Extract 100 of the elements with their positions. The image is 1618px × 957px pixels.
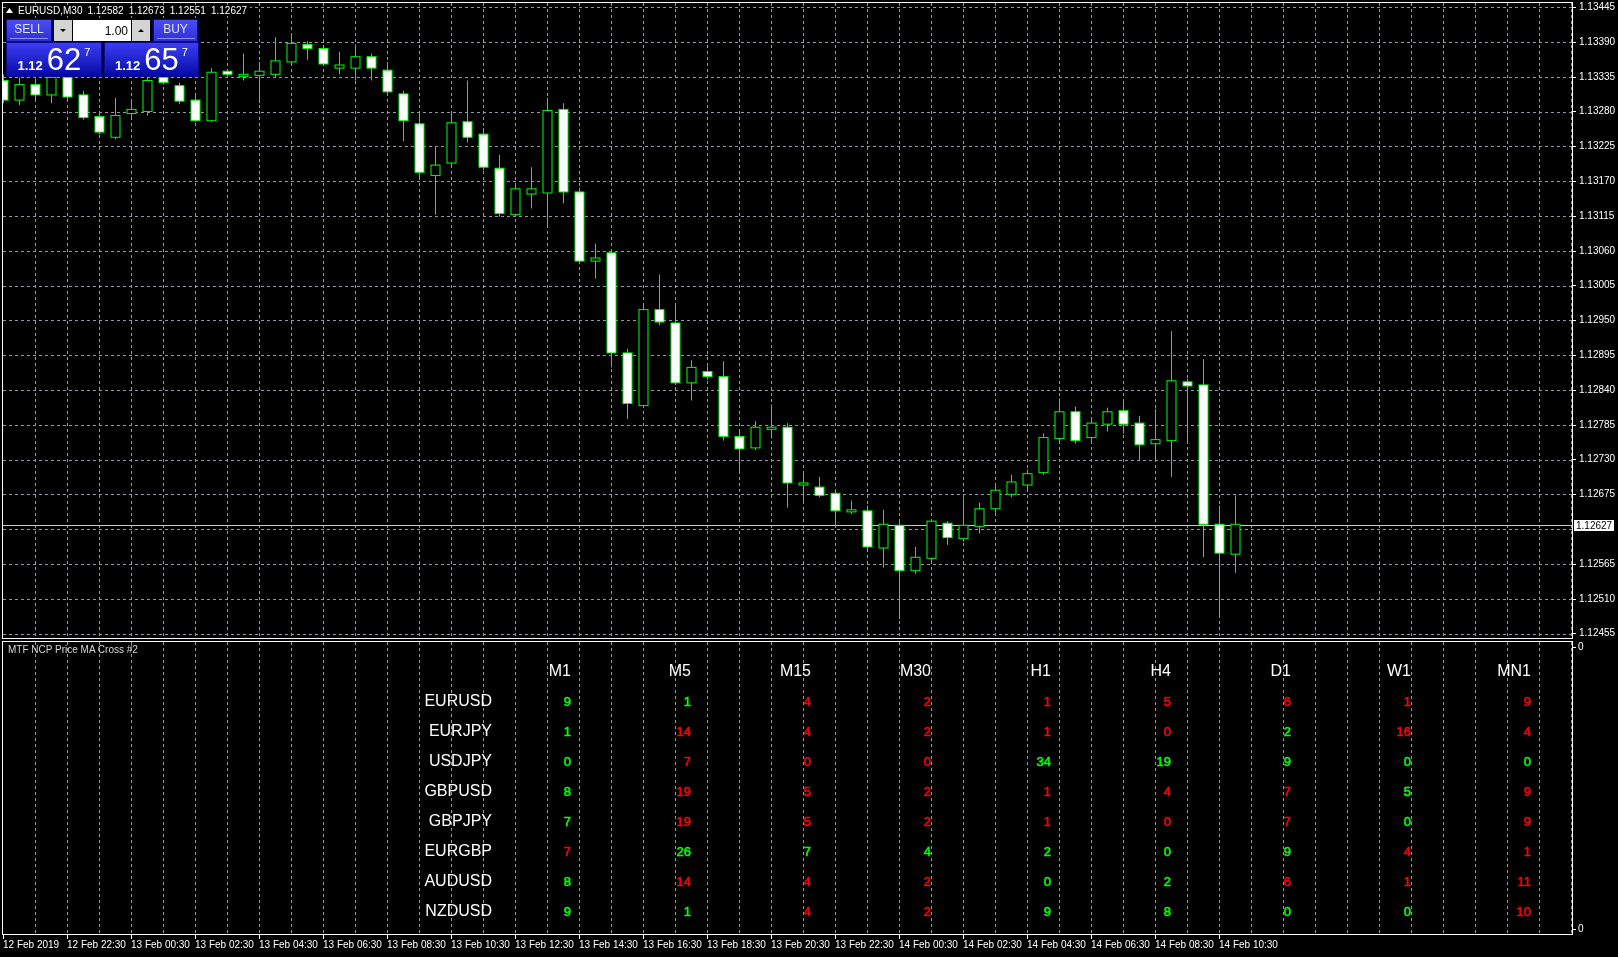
price-label: 1.13335 — [1579, 69, 1616, 84]
time-label: 13 Feb 14:30 — [579, 939, 639, 951]
time-label: 13 Feb 10:30 — [451, 939, 511, 951]
signal-count: 10 — [1516, 903, 1531, 919]
signal-count: 0 — [1403, 813, 1411, 829]
time-label: 13 Feb 04:30 — [259, 939, 319, 951]
column-header: M5 — [668, 662, 691, 680]
time-label: 14 Feb 08:30 — [1155, 939, 1215, 951]
signal-count: 4 — [1523, 723, 1531, 739]
signal-count: 19 — [676, 783, 691, 799]
signal-count: 4 — [803, 873, 811, 889]
signal-count: 1 — [563, 723, 571, 739]
signal-count: 2 — [923, 723, 931, 739]
time-label: 14 Feb 02:30 — [963, 939, 1023, 951]
signal-count: 7 — [1283, 783, 1291, 799]
signal-count: 9 — [1523, 693, 1531, 709]
signal-count: 0 — [1163, 813, 1171, 829]
signal-count: 0 — [1043, 873, 1051, 889]
signal-count: 7 — [683, 753, 691, 769]
signal-count: 4 — [1403, 843, 1411, 859]
time-label: 13 Feb 22:30 — [835, 939, 895, 951]
signal-count: 0 — [563, 753, 571, 769]
signal-count: 7 — [563, 813, 571, 829]
signal-count: 9 — [1283, 843, 1291, 859]
signal-count: 19 — [1156, 753, 1171, 769]
column-header: MN1 — [1497, 662, 1531, 680]
price-label: 1.13115 — [1579, 208, 1615, 223]
signal-count: 9 — [1523, 813, 1531, 829]
signal-count: 19 — [676, 813, 691, 829]
signal-count: 0 — [1283, 903, 1291, 919]
price-label: 1.12840 — [1579, 382, 1616, 397]
time-label: 13 Feb 16:30 — [643, 939, 703, 951]
signal-count: 1 — [1043, 693, 1051, 709]
signal-count: 2 — [923, 813, 931, 829]
price-label: 1.12455 — [1579, 626, 1616, 641]
price-label: 1.13225 — [1579, 139, 1616, 154]
indicator-title: MTF NCP Price MA Cross #2 — [8, 644, 138, 656]
price-label: 1.13005 — [1579, 278, 1616, 293]
signal-count: 2 — [923, 903, 931, 919]
symbol-label: USDJPY — [428, 752, 492, 770]
symbol-label: NZDUSD — [425, 902, 492, 920]
signal-count: 9 — [1523, 783, 1531, 799]
signal-count: 7 — [563, 843, 571, 859]
signal-count: 1 — [1403, 693, 1411, 709]
symbol-label: GBPJPY — [428, 812, 492, 830]
signal-count: 0 — [803, 753, 811, 769]
signal-count: 8 — [563, 783, 571, 799]
signal-count: 2 — [923, 873, 931, 889]
column-header: M15 — [779, 662, 811, 680]
column-header: M30 — [899, 662, 931, 680]
price-label: 1.12785 — [1579, 417, 1616, 432]
column-header: H1 — [1030, 662, 1051, 680]
signal-count: 5 — [803, 783, 811, 799]
price-label: 1.13060 — [1579, 243, 1616, 258]
signal-count: 4 — [803, 693, 811, 709]
signal-count: 0 — [923, 753, 931, 769]
column-header: M1 — [548, 662, 571, 680]
signal-count: 2 — [1043, 843, 1051, 859]
signal-count: 0 — [1163, 723, 1171, 739]
signal-count: 4 — [803, 903, 811, 919]
time-label: 12 Feb 22:30 — [67, 939, 127, 951]
price-label: 1.12895 — [1579, 347, 1616, 362]
price-label: 1.12950 — [1579, 313, 1616, 328]
signal-count: 1 — [1403, 873, 1411, 889]
symbol-label: EURUSD — [424, 692, 492, 710]
time-label: 13 Feb 20:30 — [771, 939, 831, 951]
signal-count: 4 — [803, 723, 811, 739]
signal-count: 9 — [1043, 903, 1051, 919]
signal-count: 5 — [803, 813, 811, 829]
time-label: 14 Feb 10:30 — [1219, 939, 1279, 951]
time-label: 14 Feb 04:30 — [1027, 939, 1087, 951]
price-label: 1.13280 — [1579, 104, 1616, 119]
signal-count: 0 — [1403, 903, 1411, 919]
time-label: 13 Feb 08:30 — [387, 939, 447, 951]
signal-count: 2 — [1283, 723, 1291, 739]
signal-count: 8 — [1163, 903, 1171, 919]
signal-count: 0 — [1163, 843, 1171, 859]
column-header: D1 — [1270, 662, 1291, 680]
signal-count: 9 — [563, 903, 571, 919]
signal-count: 9 — [1283, 753, 1291, 769]
signal-count: 14 — [676, 873, 691, 889]
signal-count: 1 — [683, 903, 691, 919]
price-label: 1.12510 — [1579, 591, 1616, 606]
signal-count: 2 — [923, 783, 931, 799]
price-label: 1.13445 — [1579, 0, 1616, 14]
signal-count: 1 — [1043, 783, 1051, 799]
time-label: 13 Feb 12:30 — [515, 939, 575, 951]
signal-count: 4 — [1163, 783, 1171, 799]
price-label: 1.13390 — [1579, 34, 1616, 49]
signal-count: 0 — [1523, 753, 1531, 769]
time-label: 12 Feb 2019 — [3, 939, 61, 951]
signal-count: 16 — [1396, 723, 1411, 739]
signal-count: 6 — [1283, 873, 1291, 889]
signal-count: 11 — [1517, 873, 1531, 889]
symbol-label: EURJPY — [428, 722, 492, 740]
signal-count: 1 — [683, 693, 691, 709]
signal-count: 7 — [1283, 813, 1291, 829]
signal-count: 2 — [1163, 873, 1171, 889]
price-label: 1.12565 — [1579, 556, 1616, 571]
current-price-label: 1.12627 — [1574, 519, 1615, 531]
